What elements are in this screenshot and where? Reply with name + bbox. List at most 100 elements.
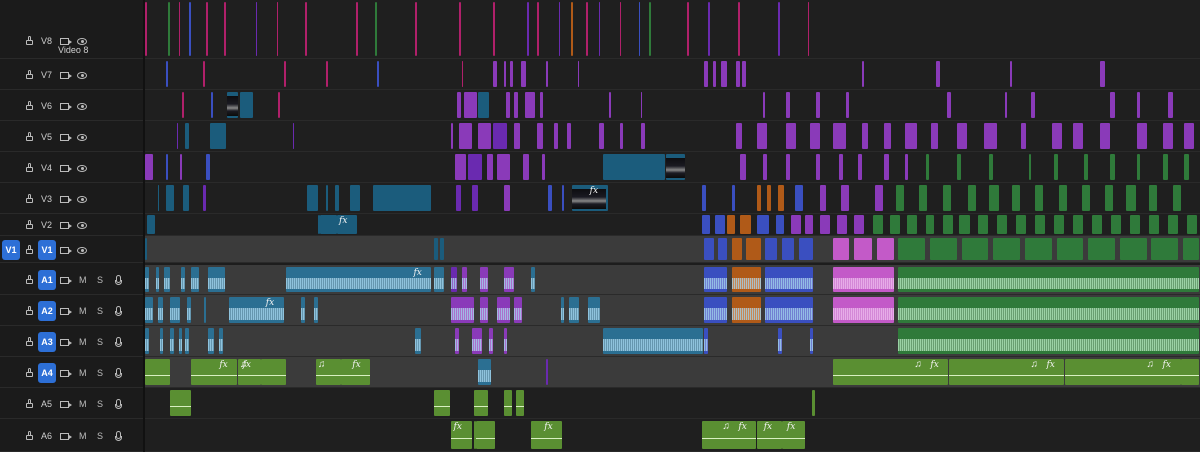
clip[interactable] <box>925 215 934 234</box>
track-label-v6[interactable]: V6 <box>41 101 52 111</box>
clip[interactable] <box>320 215 337 234</box>
clip[interactable] <box>602 154 665 180</box>
clip[interactable] <box>883 154 890 180</box>
clip[interactable] <box>182 185 189 211</box>
clip[interactable] <box>602 328 703 354</box>
clip[interactable] <box>832 238 850 260</box>
clip[interactable] <box>181 92 184 118</box>
clip[interactable] <box>434 238 438 260</box>
clip[interactable] <box>1172 185 1181 211</box>
clip[interactable] <box>493 61 497 87</box>
clip[interactable] <box>255 2 258 56</box>
clip[interactable] <box>203 61 205 87</box>
clip[interactable] <box>1099 61 1105 87</box>
clip[interactable] <box>702 215 710 234</box>
clip[interactable] <box>588 297 601 323</box>
clip[interactable] <box>731 297 761 323</box>
lock-icon[interactable] <box>26 101 33 110</box>
clip[interactable] <box>461 61 464 87</box>
clip[interactable] <box>218 328 223 354</box>
clip[interactable] <box>503 185 510 211</box>
solo-button[interactable]: S <box>97 399 103 409</box>
lock-icon[interactable] <box>26 337 33 346</box>
clip[interactable] <box>1035 215 1046 234</box>
clip[interactable] <box>277 92 280 118</box>
clip[interactable] <box>1163 154 1168 180</box>
track-lane-a1[interactable]: fx <box>145 265 1200 295</box>
mute-button[interactable]: M <box>79 275 87 285</box>
clip[interactable] <box>472 185 478 211</box>
clip[interactable] <box>541 154 546 180</box>
clip[interactable] <box>558 2 561 56</box>
clip[interactable] <box>434 390 451 416</box>
clip[interactable] <box>176 123 179 149</box>
clip[interactable] <box>157 297 164 323</box>
clip[interactable] <box>704 297 727 323</box>
clip[interactable] <box>1119 238 1147 260</box>
eye-icon[interactable] <box>77 222 87 229</box>
clip[interactable] <box>585 2 588 56</box>
clip[interactable] <box>598 123 605 149</box>
clip[interactable] <box>1029 154 1031 180</box>
clip[interactable] <box>1130 215 1141 234</box>
mute-button[interactable]: M <box>79 337 87 347</box>
lock-icon[interactable] <box>26 163 33 172</box>
clip[interactable] <box>305 2 307 56</box>
clip[interactable] <box>1163 123 1174 149</box>
track-lane-v6[interactable] <box>145 90 1200 121</box>
clip[interactable] <box>440 238 445 260</box>
clip[interactable] <box>1054 215 1065 234</box>
clip[interactable] <box>548 185 552 211</box>
timeline-tracks[interactable]: fx fx fx fx fx ♫ fx ♫ fx ♫ fx ♫ fx ♫ fx fx fx ♫ fx fx fx <box>145 0 1200 452</box>
clip[interactable] <box>1056 238 1084 260</box>
clip[interactable] <box>1012 185 1021 211</box>
clip[interactable] <box>815 92 820 118</box>
camera-icon[interactable] <box>60 165 72 172</box>
camera-icon[interactable] <box>60 72 72 79</box>
clip[interactable] <box>1010 61 1012 87</box>
clip[interactable] <box>560 297 565 323</box>
track-lane-v4[interactable] <box>145 152 1200 183</box>
track-label-v4[interactable]: V4 <box>41 163 52 173</box>
clip[interactable] <box>786 154 791 180</box>
clip[interactable] <box>731 267 761 292</box>
clip[interactable] <box>1111 215 1122 234</box>
clip[interactable] <box>765 267 814 292</box>
track-label-v7[interactable]: V7 <box>41 70 52 80</box>
clip[interactable] <box>782 238 795 260</box>
clip[interactable] <box>649 2 651 56</box>
clip[interactable] <box>898 238 926 260</box>
clip[interactable] <box>276 2 279 56</box>
clip[interactable]: fx <box>756 421 782 449</box>
track-lane-a4[interactable]: fx ♫ fx ♫ fx ♫ fx ♫ fx ♫ fx <box>145 357 1200 388</box>
sync-lock-icon[interactable] <box>60 370 72 377</box>
clip[interactable] <box>1016 215 1027 234</box>
clip[interactable] <box>961 238 989 260</box>
track-target-a1[interactable]: A1 <box>38 270 56 290</box>
clip[interactable] <box>925 154 930 180</box>
clip[interactable] <box>503 390 512 416</box>
clip[interactable] <box>457 92 461 118</box>
track-target-a4[interactable]: A4 <box>38 363 56 383</box>
clip[interactable] <box>166 61 168 87</box>
mute-button[interactable]: M <box>79 306 87 316</box>
clip[interactable] <box>145 297 153 323</box>
clip[interactable] <box>145 154 153 180</box>
clip[interactable] <box>478 359 491 385</box>
clip[interactable] <box>206 154 210 180</box>
camera-icon[interactable] <box>60 38 72 45</box>
clip[interactable] <box>809 123 820 149</box>
solo-button[interactable]: S <box>97 368 103 378</box>
clip[interactable] <box>474 390 489 416</box>
clip[interactable] <box>898 297 1200 323</box>
clip[interactable] <box>731 185 736 211</box>
clip[interactable] <box>179 154 183 180</box>
clip[interactable] <box>189 2 191 56</box>
clip[interactable] <box>763 154 767 180</box>
clip[interactable] <box>531 267 535 292</box>
clip[interactable] <box>170 390 191 416</box>
clip[interactable] <box>206 2 208 56</box>
clip[interactable] <box>704 267 727 292</box>
clip[interactable] <box>898 267 1200 292</box>
clip[interactable] <box>168 2 170 56</box>
